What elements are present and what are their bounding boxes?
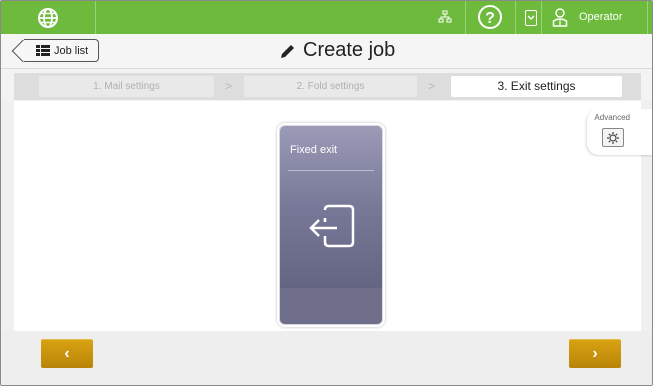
list-grid-icon <box>36 45 50 56</box>
chevron-right-icon: > <box>428 79 436 93</box>
job-list-button[interactable]: Job list <box>11 39 99 63</box>
gear-icon <box>607 131 619 144</box>
page-title: Create job <box>279 39 395 62</box>
exit-icon <box>309 204 355 248</box>
globe-icon <box>38 7 58 28</box>
step-mail-settings[interactable]: 1. Mail settings <box>39 76 214 97</box>
previous-button[interactable]: ‹ <box>41 339 93 368</box>
home-button[interactable] <box>1 1 96 34</box>
separator <box>541 1 542 34</box>
chevron-left-icon: ‹ <box>64 345 70 362</box>
chevron-right-icon: > <box>225 79 233 93</box>
user-icon[interactable] <box>552 7 568 27</box>
back-arrow-shape <box>11 39 35 63</box>
app-window: ? Operator Job list Create job 1. Mail s… <box>0 0 653 386</box>
advanced-settings-button[interactable] <box>602 128 624 147</box>
user-role-label[interactable]: Operator <box>579 11 622 23</box>
step-label: 3. Exit settings <box>497 79 576 93</box>
chevron-right-icon: › <box>592 345 598 362</box>
step-exit-settings[interactable]: 3. Exit settings <box>451 76 622 97</box>
step-indicator: 1. Mail settings > 2. Fold settings > 3.… <box>14 73 641 100</box>
exit-option-label: Fixed exit <box>290 144 338 156</box>
step-fold-settings[interactable]: 2. Fold settings <box>244 76 417 97</box>
page-header: Job list Create job <box>1 34 652 69</box>
help-icon: ? <box>485 10 495 27</box>
separator <box>465 1 466 34</box>
page-title-text: Create job <box>303 39 396 61</box>
card-footer <box>280 288 382 324</box>
job-list-label: Job list <box>54 44 89 57</box>
top-bar: ? Operator <box>1 1 652 34</box>
separator <box>515 1 516 34</box>
step-label: 1. Mail settings <box>93 81 160 92</box>
help-button[interactable]: ? <box>478 5 502 29</box>
network-icon[interactable] <box>438 10 452 24</box>
divider <box>288 170 374 171</box>
exit-option-card[interactable]: Fixed exit <box>279 125 383 325</box>
advanced-label: Advanced <box>594 113 630 122</box>
next-button[interactable]: › <box>569 339 621 368</box>
pencil-icon <box>281 44 294 58</box>
chevron-down-icon <box>527 15 535 20</box>
step-label: 2. Fold settings <box>296 81 365 92</box>
footer-bar: ‹ › <box>1 331 652 385</box>
separator <box>647 1 648 34</box>
user-menu-dropdown[interactable] <box>525 10 537 26</box>
